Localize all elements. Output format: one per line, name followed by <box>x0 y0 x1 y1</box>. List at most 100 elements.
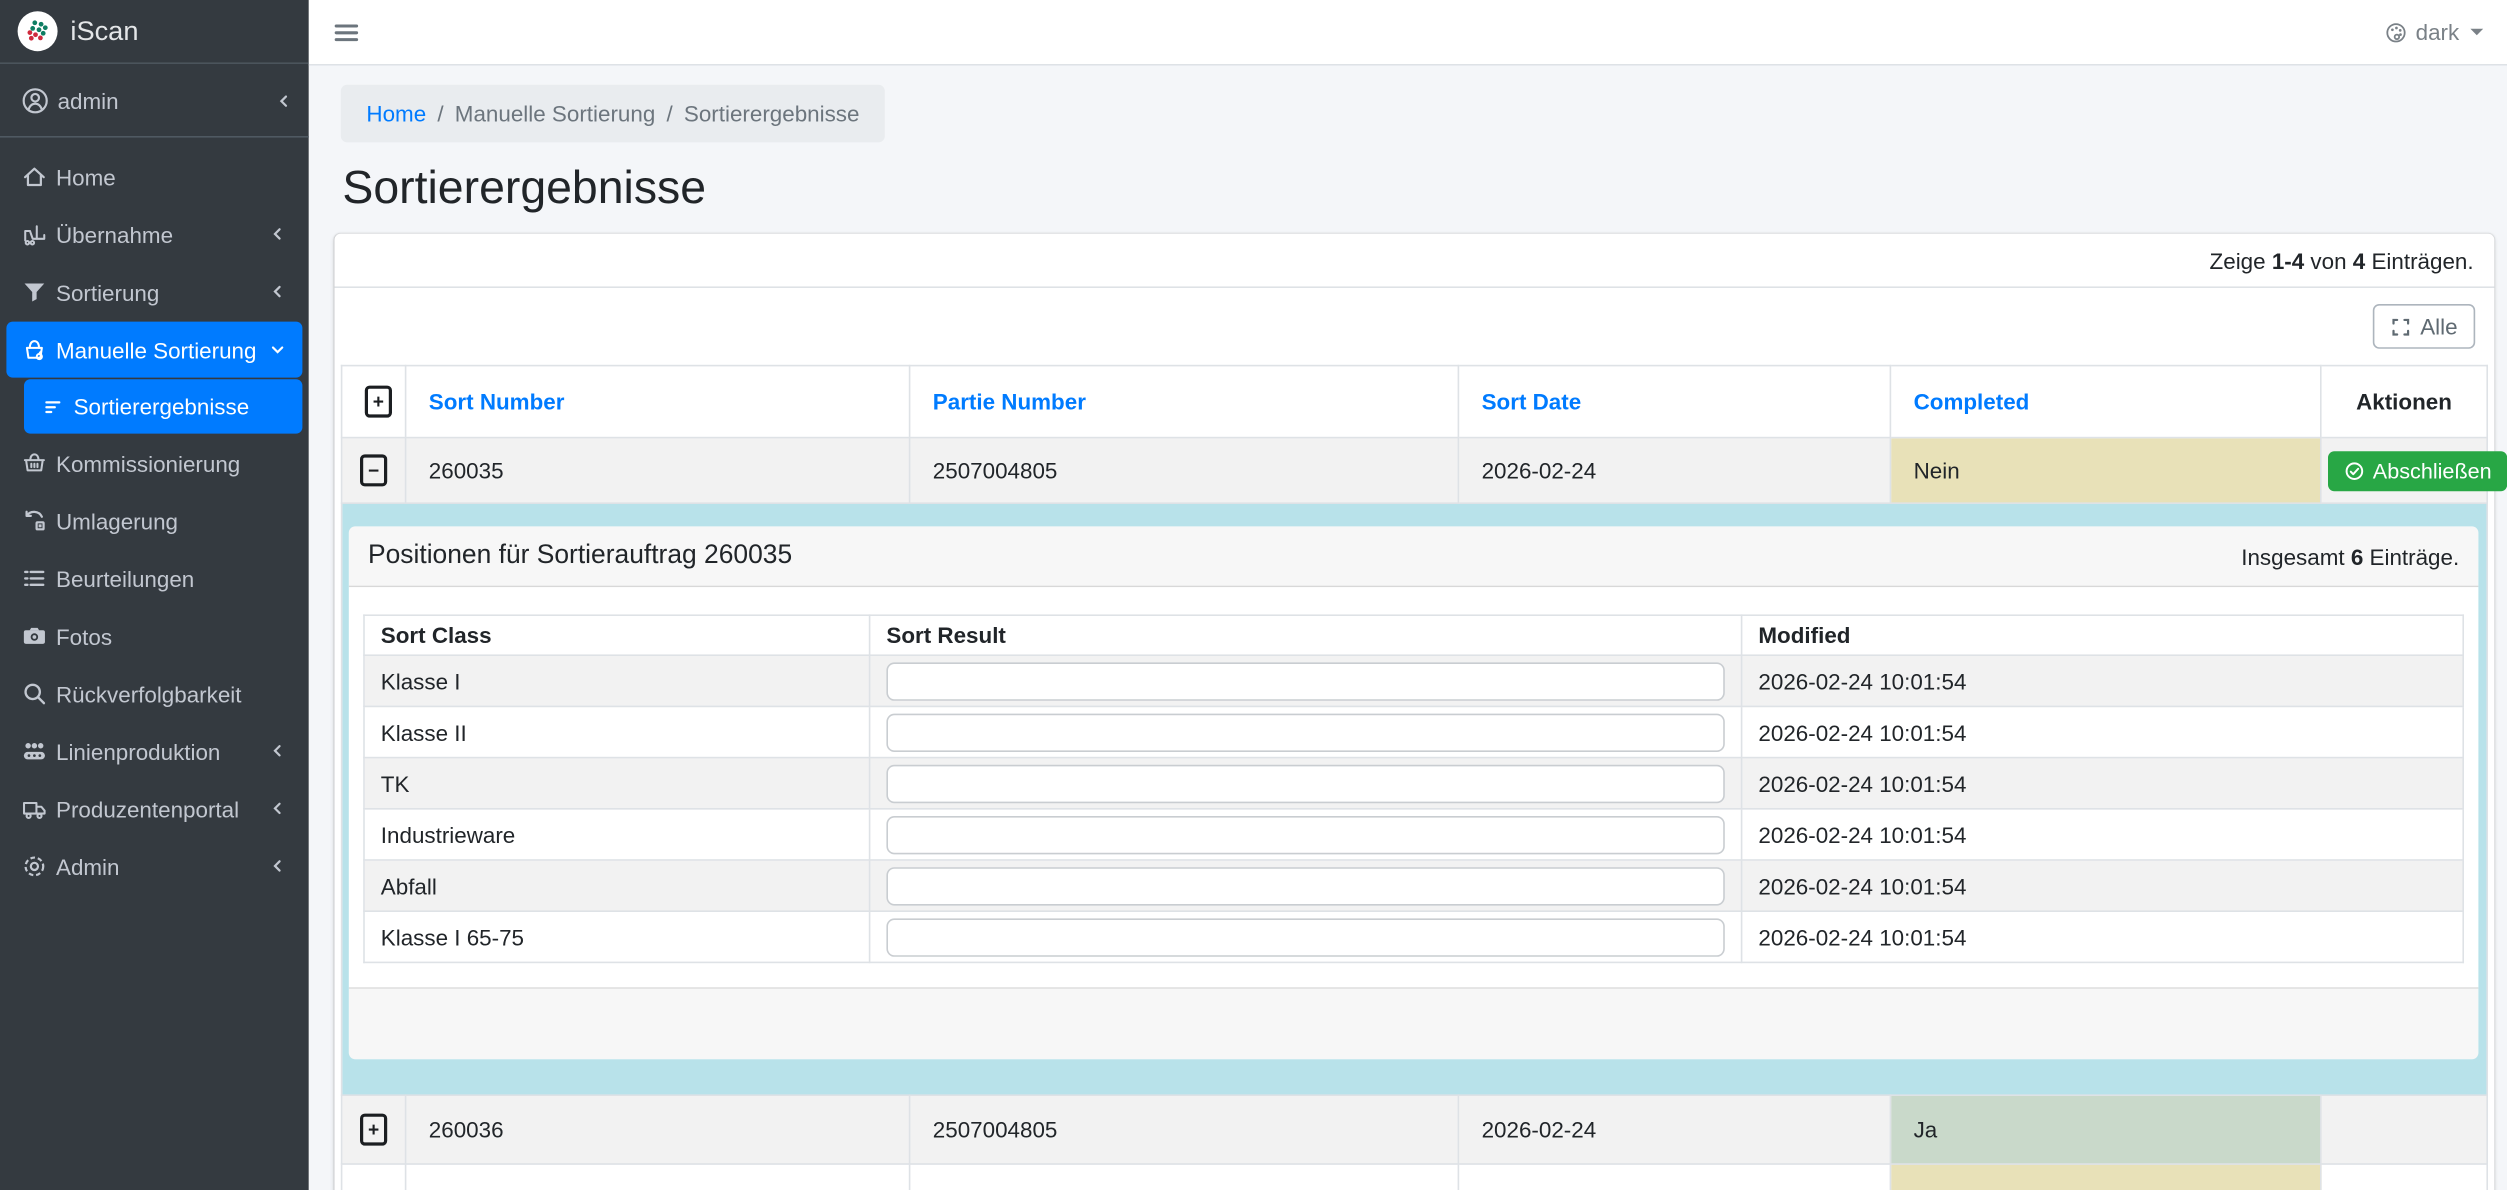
transfer-icon <box>21 507 48 534</box>
column-header-sort-date[interactable]: Sort Date <box>1458 366 1890 438</box>
hamburger-icon[interactable] <box>333 18 360 45</box>
sidebar-item-label: Admin <box>56 854 120 880</box>
main-area: dark Home / Manuelle Sortierung / Sortie… <box>309 0 2507 1190</box>
detail-count: Insgesamt 6 Einträge. <box>2241 543 2459 569</box>
results-card: Zeige 1-4 von 4 Einträgen. Alle + Sort N… <box>334 234 2494 1190</box>
sidebar-item-label: Manuelle Sortierung <box>56 337 256 363</box>
sort-result-input[interactable] <box>886 918 1724 956</box>
breadcrumb-item: Manuelle Sortierung <box>455 101 655 127</box>
sidebar-item-kommissionierung[interactable]: Kommissionierung <box>6 435 302 491</box>
chevron-left-icon <box>269 858 287 876</box>
plus-square-icon[interactable]: + <box>365 386 392 418</box>
cell-sort-result <box>870 809 1742 860</box>
brand-logo-icon <box>18 11 58 51</box>
sort-result-input[interactable] <box>886 713 1724 751</box>
detail-row: Positionen für Sortierauftrag 260035 Ins… <box>342 503 2488 1095</box>
sidebar-user-panel[interactable]: admin <box>0 64 309 138</box>
column-header-sort-number[interactable]: Sort Number <box>406 366 910 438</box>
cell-completed: Nein <box>1890 438 2320 504</box>
cell-sort-date: 2026-02-24 <box>1458 1095 1890 1164</box>
sidebar-item-uebernahme[interactable]: Übernahme <box>6 206 302 262</box>
cell-partie-number <box>910 1164 1459 1190</box>
cell-sort-class: TK <box>364 758 870 809</box>
brand[interactable]: iScan <box>0 0 309 64</box>
page-title: Sortierergebnisse <box>342 158 2494 219</box>
expand-icon <box>2390 316 2411 337</box>
column-header-completed[interactable]: Completed <box>1890 366 2320 438</box>
cell-sort-result <box>870 655 1742 706</box>
sidebar-item-home[interactable]: Home <box>6 149 302 205</box>
table-row-partial <box>342 1164 2488 1190</box>
sidebar-item-fotos[interactable]: Fotos <box>6 608 302 664</box>
position-row: Abfall 2026-02-24 10:01:54 <box>364 860 2463 911</box>
chevron-left-icon <box>269 742 287 760</box>
cell-partie-number: 2507004805 <box>910 438 1459 504</box>
column-header-partie-number[interactable]: Partie Number <box>910 366 1459 438</box>
table-row: − 260035 2507004805 2026-02-24 Nein Absc… <box>342 438 2488 504</box>
position-row: Klasse I 65-75 2026-02-24 10:01:54 <box>364 911 2463 962</box>
sort-result-input[interactable] <box>886 764 1724 802</box>
chevron-left-icon <box>269 283 287 301</box>
chevron-left-icon <box>275 92 293 110</box>
sidebar-item-beurteilungen[interactable]: Beurteilungen <box>6 550 302 606</box>
sidebar-item-sortierung[interactable]: Sortierung <box>6 264 302 320</box>
summary-range: 1-4 <box>2272 248 2304 274</box>
positions-header-row: Sort Class Sort Result Modified <box>364 615 2463 655</box>
sidebar-item-produzentenportal[interactable]: Produzentenportal <box>6 781 302 837</box>
gear-icon <box>21 853 48 880</box>
sidebar: iScan admin Home Übernahme <box>0 0 309 1190</box>
chevron-down-icon <box>269 341 287 359</box>
sort-lines-icon <box>42 394 66 418</box>
conveyor-icon <box>21 738 48 765</box>
breadcrumb-separator: / <box>666 101 672 127</box>
caret-down-icon <box>2470 29 2483 35</box>
sort-result-input[interactable] <box>886 815 1724 853</box>
forklift-icon <box>21 221 48 248</box>
cell-sort-class: Klasse II <box>364 706 870 757</box>
table-toolbar: Alle <box>334 288 2494 365</box>
position-row: TK 2026-02-24 10:01:54 <box>364 758 2463 809</box>
sort-result-input[interactable] <box>886 662 1724 700</box>
summary-total: 4 <box>2353 248 2365 274</box>
expand-all-button[interactable]: Alle <box>2372 304 2475 349</box>
sidebar-item-rueckverfolgbarkeit[interactable]: Rückverfolgbarkeit <box>6 666 302 722</box>
sidebar-item-umlagerung[interactable]: Umlagerung <box>6 493 302 549</box>
sidebar-nav: Home Übernahme Sortierung Manuelle Sorti… <box>0 138 309 1190</box>
cell-modified: 2026-02-24 10:01:54 <box>1742 758 2464 809</box>
person-circle-icon <box>21 86 50 115</box>
sidebar-item-manuelle-sortierung[interactable]: Manuelle Sortierung <box>6 322 302 378</box>
sidebar-item-linienproduktion[interactable]: Linienproduktion <box>6 723 302 779</box>
top-navbar: dark <box>309 0 2507 66</box>
position-row: Industrieware 2026-02-24 10:01:54 <box>364 809 2463 860</box>
theme-selector[interactable]: dark <box>2384 19 2484 45</box>
complete-button[interactable]: Abschließen <box>2328 450 2507 490</box>
cell-sort-result <box>870 758 1742 809</box>
basket-apple-icon <box>21 336 48 363</box>
sidebar-item-admin[interactable]: Admin <box>6 838 302 894</box>
camera-icon <box>21 622 48 649</box>
results-table: + Sort Number Partie Number Sort Date Co… <box>341 365 2488 1190</box>
user-name: admin <box>58 88 119 114</box>
plus-square-icon[interactable]: + <box>360 1114 387 1146</box>
summary-text: Zeige <box>2210 248 2272 274</box>
detail-card: Positionen für Sortierauftrag 260035 Ins… <box>349 526 2479 1059</box>
sidebar-item-label: Übernahme <box>56 222 173 248</box>
theme-label: dark <box>2416 19 2460 45</box>
expand-all-label: Alle <box>2420 314 2457 340</box>
detail-card-footer <box>349 987 2479 1059</box>
sidebar-item-label: Sortierung <box>56 279 159 305</box>
cell-modified: 2026-02-24 10:01:54 <box>1742 911 2464 962</box>
cell-completed: Ja <box>1890 1095 2320 1164</box>
sidebar-item-label: Kommissionierung <box>56 450 240 476</box>
position-row: Klasse II 2026-02-24 10:01:54 <box>364 706 2463 757</box>
shopping-basket-icon <box>21 450 48 477</box>
palette-icon <box>2384 20 2408 44</box>
minus-square-icon[interactable]: − <box>360 454 387 486</box>
breadcrumb-home-link[interactable]: Home <box>366 101 426 127</box>
brand-name: iScan <box>70 15 138 47</box>
cell-sort-class: Abfall <box>364 860 870 911</box>
sidebar-item-label: Linienproduktion <box>56 738 220 764</box>
sort-result-input[interactable] <box>886 866 1724 904</box>
cell-sort-date: 2026-02-24 <box>1458 438 1890 504</box>
sidebar-item-sortierergebnisse[interactable]: Sortierergebnisse <box>24 379 302 433</box>
